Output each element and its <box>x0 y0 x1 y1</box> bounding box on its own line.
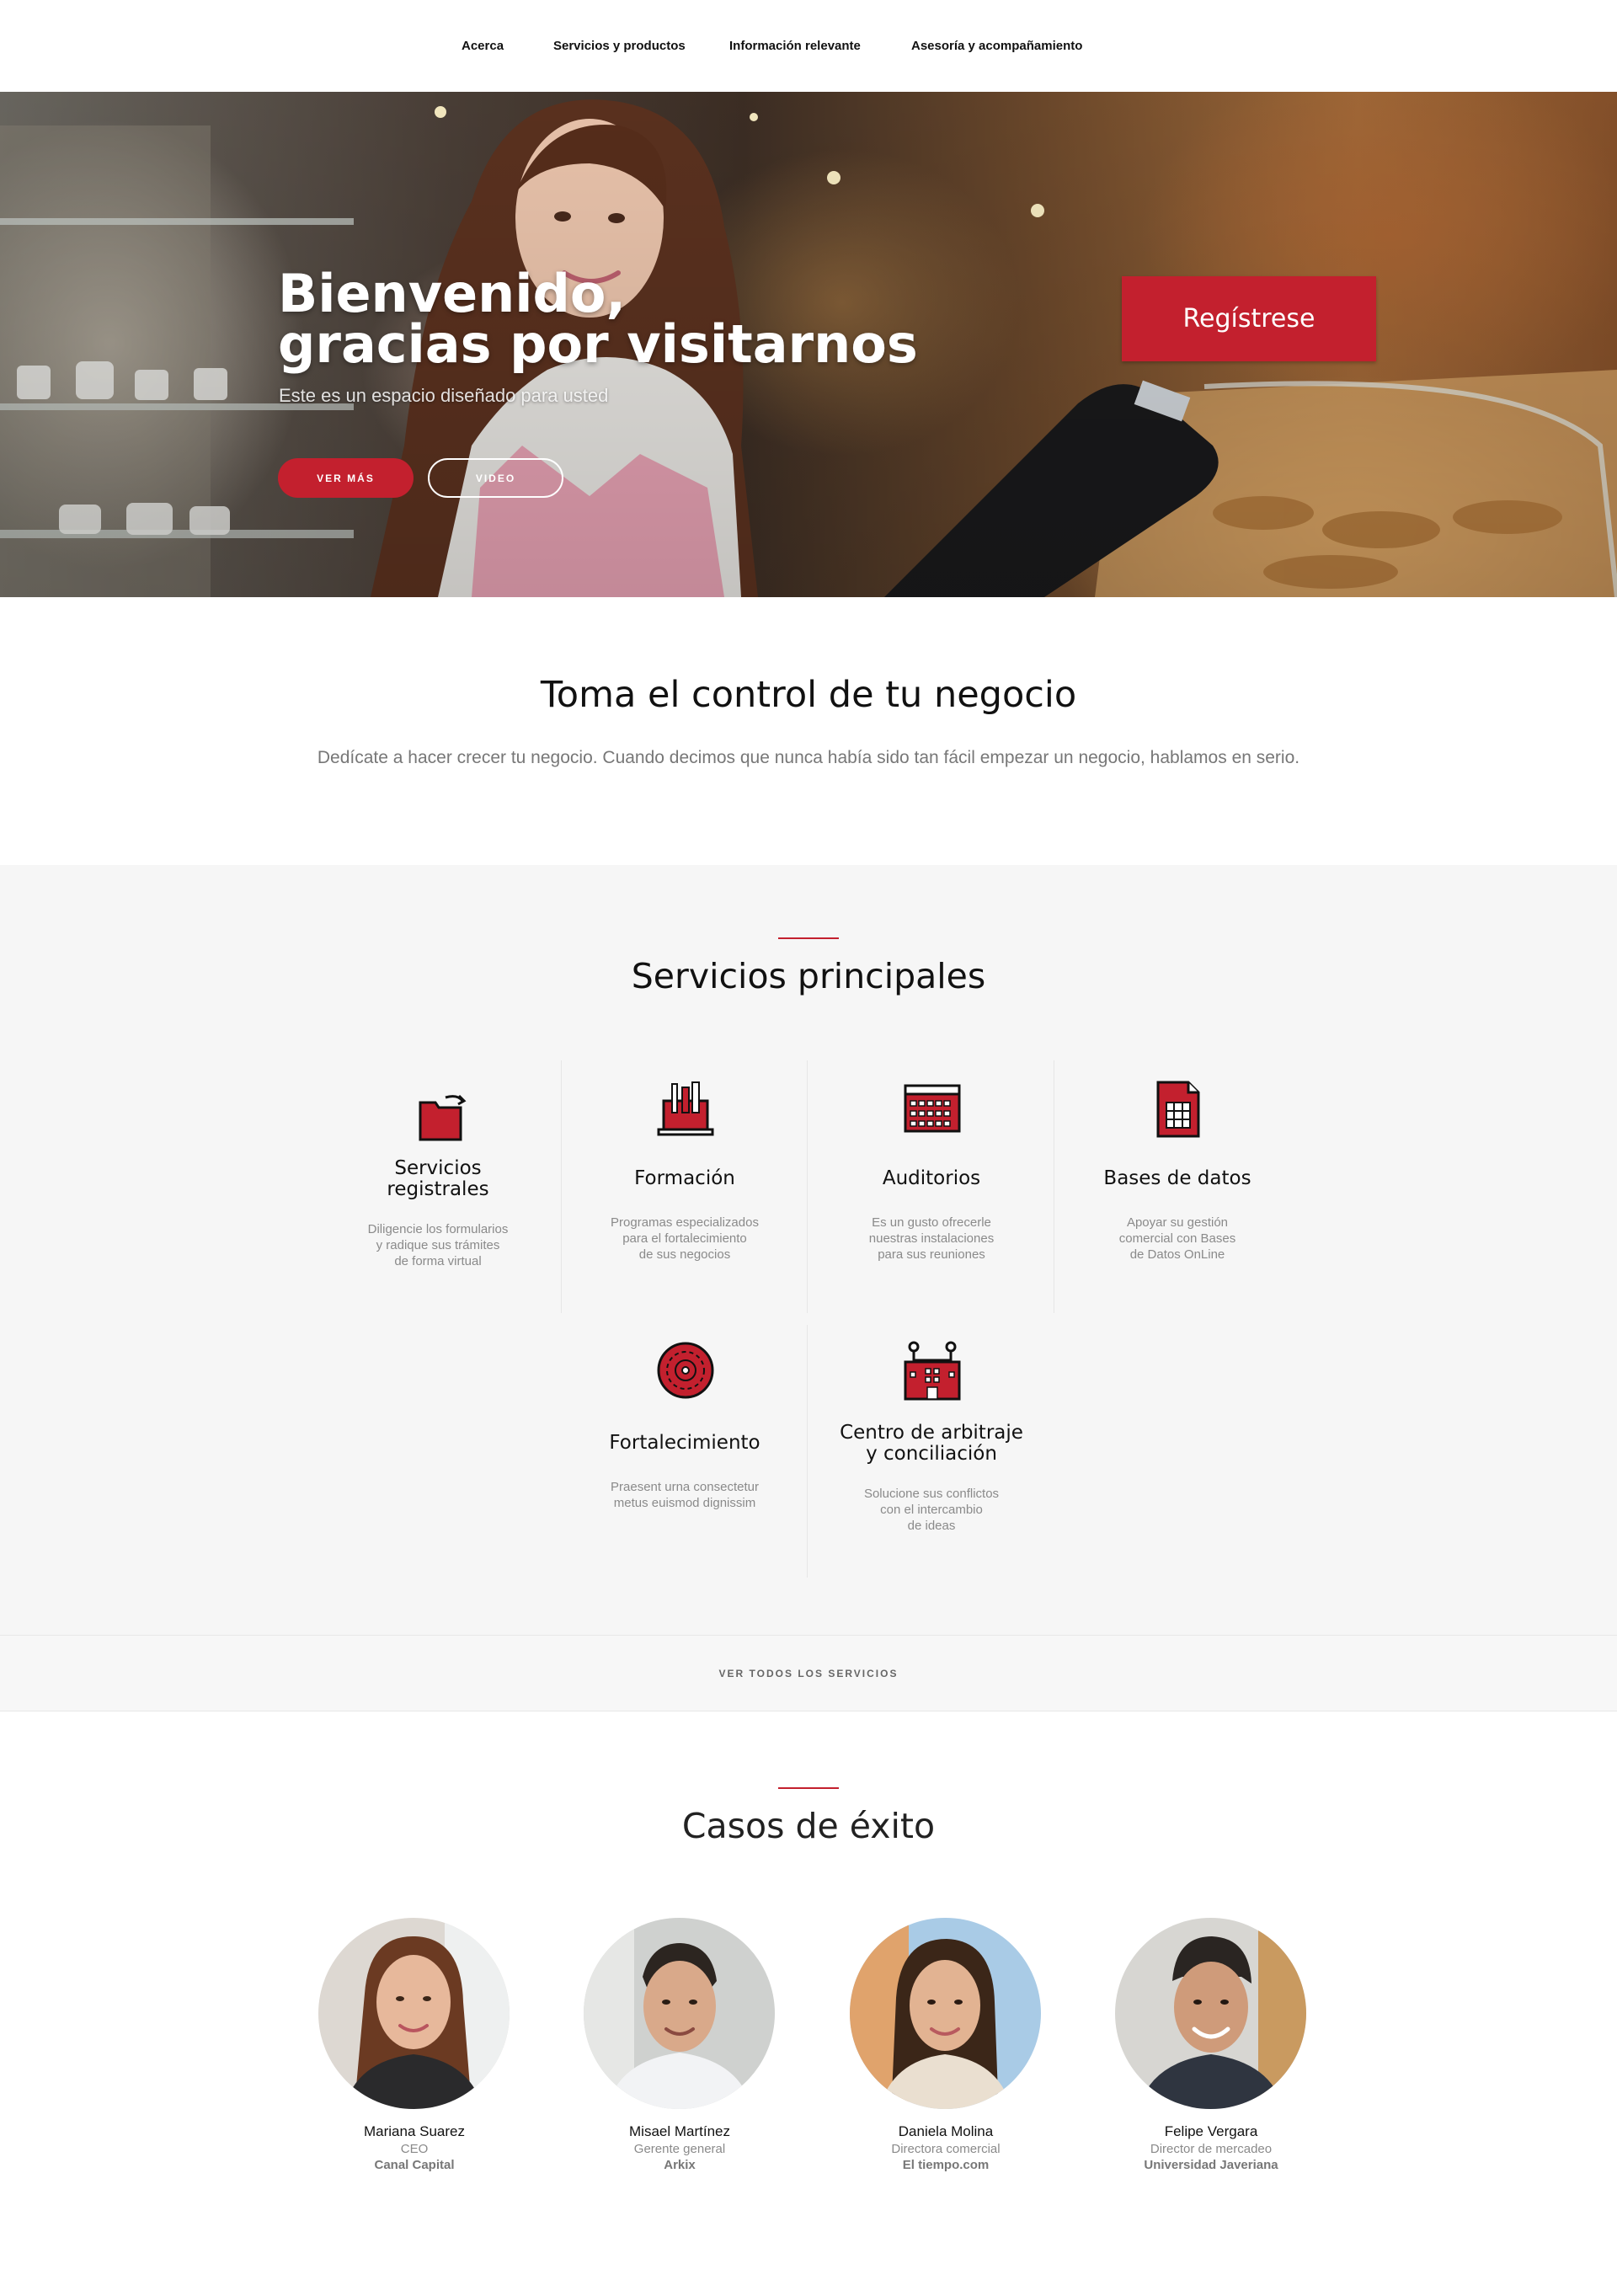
auditorium-icon <box>904 1084 961 1133</box>
service-desc-line: Praesent urna consectetur <box>611 1480 759 1494</box>
service-card-auditorios[interactable]: Auditorios Es un gusto ofrecerle nuestra… <box>808 1060 1054 1313</box>
database-document-icon <box>1156 1081 1200 1138</box>
service-title-line: Servicios <box>394 1157 482 1179</box>
service-desc-line: nuestras instalaciones <box>868 1231 995 1246</box>
folder-share-icon <box>419 1094 467 1141</box>
service-title-line: y conciliación <box>866 1443 997 1465</box>
services-title: Servicios principales <box>631 956 986 996</box>
hero-banner: Bienvenido, gracias por visitarnos Este … <box>0 92 1617 597</box>
avatar <box>318 1918 510 2109</box>
service-title: Auditorios <box>808 1168 1054 1189</box>
case-company: Universidad Javeriana <box>1144 2158 1278 2172</box>
avatar <box>850 1918 1041 2109</box>
more-button[interactable]: VER MÁS <box>278 458 414 498</box>
case-company: El tiempo.com <box>902 2158 990 2172</box>
services-accent-line <box>778 937 839 939</box>
case-company: Canal Capital <box>374 2158 455 2172</box>
avatar <box>1115 1918 1306 2109</box>
service-description: Solucione sus conflictos con el intercam… <box>817 1486 1046 1534</box>
service-desc-line: Solucione sus conflictos <box>863 1487 1000 1501</box>
case-role: Directora comercial <box>891 2142 1001 2156</box>
laptop-tools-icon <box>657 1081 714 1136</box>
case-role: Gerente general <box>633 2142 726 2156</box>
service-title: Fortalecimiento <box>562 1433 808 1454</box>
case-name: Felipe Vergara <box>1164 2123 1258 2139</box>
service-desc-line: comercial con Bases <box>1118 1231 1236 1246</box>
service-card-fortalecimiento[interactable]: Fortalecimiento Praesent urna consectetu… <box>562 1325 808 1578</box>
hero-subtitle: Este es un espacio diseñado para usted <box>279 385 609 406</box>
service-title: Servicios registrales <box>315 1158 561 1200</box>
nav-item-informacion-relevante[interactable]: Información relevante <box>729 39 861 53</box>
service-card-formacion[interactable]: Formación Programas especializados para … <box>562 1060 808 1313</box>
service-description: Es un gusto ofrecerle nuestras instalaci… <box>817 1215 1046 1263</box>
case-role: CEO <box>400 2142 429 2156</box>
case-role: Director de mercadeo <box>1150 2142 1273 2156</box>
service-description: Praesent urna consectetur metus euismod … <box>570 1479 799 1511</box>
cases-accent-line <box>778 1787 839 1789</box>
building-people-icon <box>904 1341 961 1401</box>
service-title-line: Fortalecimiento <box>609 1432 760 1454</box>
service-description: Apoyar su gestión comercial con Bases de… <box>1063 1215 1292 1263</box>
service-card-centro-arbitraje[interactable]: Centro de arbitraje y conciliación Soluc… <box>808 1325 1054 1578</box>
cases-title: Casos de éxito <box>681 1806 936 1846</box>
nav-item-acerca[interactable]: Acerca <box>462 39 504 53</box>
service-desc-line: metus euismod dignissim <box>613 1496 756 1510</box>
service-desc-line: con el intercambio <box>880 1503 983 1517</box>
service-desc-line: Apoyar su gestión <box>1126 1215 1229 1230</box>
case-name: Mariana Suarez <box>363 2123 465 2139</box>
service-title-line: registrales <box>387 1178 489 1200</box>
service-desc-line: de sus negocios <box>638 1247 731 1262</box>
service-title-line: Formación <box>634 1167 735 1189</box>
service-desc-line: para sus reuniones <box>878 1247 985 1262</box>
service-card-bases-de-datos[interactable]: Bases de datos Apoyar su gestión comerci… <box>1054 1060 1300 1313</box>
video-button[interactable]: VIDEO <box>428 458 563 498</box>
service-card-servicios-registrales[interactable]: Servicios registrales Diligencie los for… <box>315 1060 561 1313</box>
intro-text: Dedícate a hacer crecer tu negocio. Cuan… <box>317 748 1300 767</box>
service-title-line: Centro de arbitraje <box>840 1422 1023 1444</box>
service-title: Bases de datos <box>1054 1168 1300 1189</box>
register-button[interactable]: Regístrese <box>1122 276 1376 361</box>
service-title-line: Bases de datos <box>1103 1167 1251 1189</box>
hero-title-line2: gracias por visitarnos <box>278 313 918 375</box>
top-navigation: Acerca Servicios y productos Información… <box>0 0 1617 92</box>
gear-circle-icon <box>657 1342 714 1399</box>
service-desc-line: Diligencie los formularios <box>367 1222 509 1236</box>
service-description: Diligencie los formularios y radique sus… <box>323 1221 552 1269</box>
case-company: Arkix <box>664 2158 696 2172</box>
service-desc-line: Es un gusto ofrecerle <box>872 1215 991 1230</box>
nav-item-asesoria[interactable]: Asesoría y acompañamiento <box>911 39 1082 53</box>
service-description: Programas especializados para el fortale… <box>570 1215 799 1263</box>
case-name: Daniela Molina <box>898 2123 994 2139</box>
nav-item-servicios-productos[interactable]: Servicios y productos <box>553 39 686 53</box>
case-name: Misael Martínez <box>629 2123 730 2139</box>
all-services-button[interactable]: VER TODOS LOS SERVICIOS <box>0 1635 1617 1711</box>
avatar <box>584 1918 775 2109</box>
service-title: Centro de arbitraje y conciliación <box>808 1423 1054 1465</box>
intro-title: Toma el control de tu negocio <box>540 674 1077 716</box>
service-title: Formación <box>562 1168 808 1189</box>
service-desc-line: de forma virtual <box>394 1254 482 1268</box>
service-title-line: Auditorios <box>882 1167 981 1189</box>
service-desc-line: para el fortalecimiento <box>622 1231 747 1246</box>
service-desc-line: de Datos OnLine <box>1129 1247 1225 1262</box>
service-desc-line: de ideas <box>907 1519 956 1533</box>
service-desc-line: Programas especializados <box>611 1215 759 1230</box>
service-desc-line: y radique sus trámites <box>376 1238 500 1252</box>
